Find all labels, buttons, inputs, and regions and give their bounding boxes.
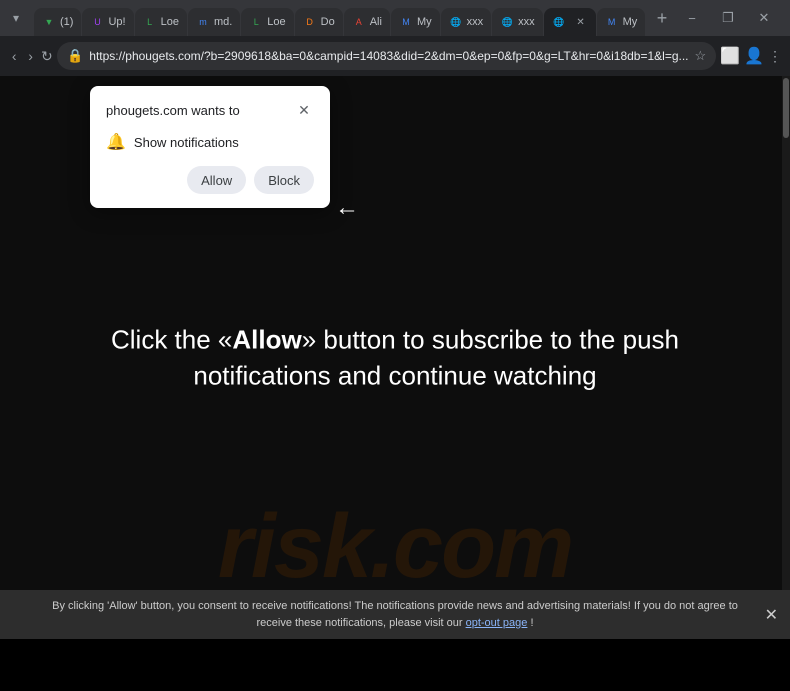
tab-3-label: Loe — [161, 16, 179, 28]
tabs-list: ▼ (1) U Up! L Loe m md. L Loe — [34, 0, 646, 36]
tab-6[interactable]: D Do — [295, 8, 343, 36]
tab-12[interactable]: M My — [597, 8, 646, 36]
profile-button[interactable]: 👤 — [744, 42, 764, 70]
popup-buttons: Allow Block — [106, 166, 314, 194]
tab-5-favicon: L — [249, 15, 263, 29]
tab-12-label: My — [623, 16, 638, 28]
bottom-notification-bar: By clicking 'Allow' button, you consent … — [0, 590, 790, 639]
address-bar[interactable]: 🔒 https://phougets.com/?b=2909618&ba=0&c… — [57, 42, 716, 70]
popup-title: phougets.com wants to — [106, 103, 240, 118]
tab-4-label: md. — [214, 16, 232, 28]
window-controls: − ❐ ✕ — [678, 8, 786, 28]
bottom-bar-text: By clicking 'Allow' button, you consent … — [52, 600, 738, 629]
scrollbar-thumb — [783, 78, 789, 138]
tab-10[interactable]: 🌐 xxx — [492, 8, 543, 36]
main-text-before: Click the « — [111, 324, 232, 354]
tab-9-favicon: 🌐 — [449, 15, 463, 29]
forward-button[interactable]: › — [24, 42, 36, 70]
tab-9[interactable]: 🌐 xxx — [441, 8, 492, 36]
watermark: risk.com — [218, 496, 572, 599]
tab-2-label: Up! — [108, 16, 125, 28]
tab-7-favicon: A — [352, 15, 366, 29]
tab-1[interactable]: ▼ (1) — [34, 8, 81, 36]
tab-1-label: (1) — [60, 16, 73, 28]
new-tab-button[interactable]: + — [648, 4, 676, 32]
tab-4-favicon: m — [196, 15, 210, 29]
notification-popup: phougets.com wants to ✕ 🔔 Show notificat… — [90, 86, 330, 208]
tab-3-favicon: L — [143, 15, 157, 29]
minimize-button[interactable]: − — [678, 8, 706, 28]
nav-bar: ‹ › ↻ 🔒 https://phougets.com/?b=2909618&… — [0, 36, 790, 76]
address-text: https://phougets.com/?b=2909618&ba=0&cam… — [89, 49, 688, 63]
tab-11-active[interactable]: 🌐 ✕ — [544, 8, 596, 36]
tab-10-label: xxx — [518, 16, 535, 28]
tab-6-label: Do — [321, 16, 335, 28]
tab-6-favicon: D — [303, 15, 317, 29]
bookmark-icon[interactable]: ☆ — [695, 48, 707, 64]
bottom-bar-close-button[interactable]: ✕ — [765, 605, 778, 625]
main-page-text: Click the «Allow» button to subscribe to… — [45, 321, 745, 394]
tab-bar-controls: ▾ — [4, 6, 28, 30]
allow-button[interactable]: Allow — [187, 166, 246, 194]
popup-header: phougets.com wants to ✕ — [106, 100, 314, 120]
tab-8-favicon: M — [399, 15, 413, 29]
extensions-button[interactable]: ⬜ — [720, 42, 740, 70]
bottom-bar-exclamation: ! — [530, 617, 533, 629]
browser-chrome: ▾ ▼ (1) U Up! L Loe m md. — [0, 0, 790, 76]
tab-bar: ▾ ▼ (1) U Up! L Loe m md. — [0, 0, 790, 36]
reload-button[interactable]: ↻ — [41, 42, 53, 70]
allow-highlight: Allow — [232, 324, 301, 354]
bell-icon: 🔔 — [106, 132, 126, 152]
opt-out-link[interactable]: opt-out page — [466, 617, 528, 629]
popup-notification-row: 🔔 Show notifications — [106, 132, 314, 152]
menu-button[interactable]: ⋮ — [768, 42, 782, 70]
maximize-button[interactable]: ❐ — [714, 8, 742, 28]
popup-close-button[interactable]: ✕ — [294, 100, 314, 120]
back-button[interactable]: ‹ — [8, 42, 20, 70]
block-button[interactable]: Block — [254, 166, 314, 194]
tab-2-favicon: U — [90, 15, 104, 29]
tab-12-favicon: M — [605, 15, 619, 29]
close-window-button[interactable]: ✕ — [750, 8, 778, 28]
page-content: risk.com Click the «Allow» button to sub… — [0, 76, 790, 639]
tab-4[interactable]: m md. — [188, 8, 240, 36]
tab-5-label: Loe — [267, 16, 285, 28]
tab-5[interactable]: L Loe — [241, 8, 293, 36]
tab-8[interactable]: M My — [391, 8, 440, 36]
tab-list-button[interactable]: ▾ — [4, 6, 28, 30]
tab-1-favicon: ▼ — [42, 15, 56, 29]
tab-11-close-icon[interactable]: ✕ — [574, 15, 588, 29]
address-bar-icons: ☆ — [695, 48, 707, 64]
tab-2[interactable]: U Up! — [82, 8, 133, 36]
tab-8-label: My — [417, 16, 432, 28]
tab-7[interactable]: A Ali — [344, 8, 390, 36]
arrow-indicator: ← — [335, 194, 359, 222]
scrollbar[interactable] — [782, 76, 790, 639]
popup-notification-text: Show notifications — [134, 135, 239, 150]
tab-9-label: xxx — [467, 16, 484, 28]
tab-7-label: Ali — [370, 16, 382, 28]
lock-icon: 🔒 — [67, 48, 83, 64]
tab-11-favicon: 🌐 — [552, 15, 566, 29]
tab-10-favicon: 🌐 — [500, 15, 514, 29]
tab-3[interactable]: L Loe — [135, 8, 187, 36]
